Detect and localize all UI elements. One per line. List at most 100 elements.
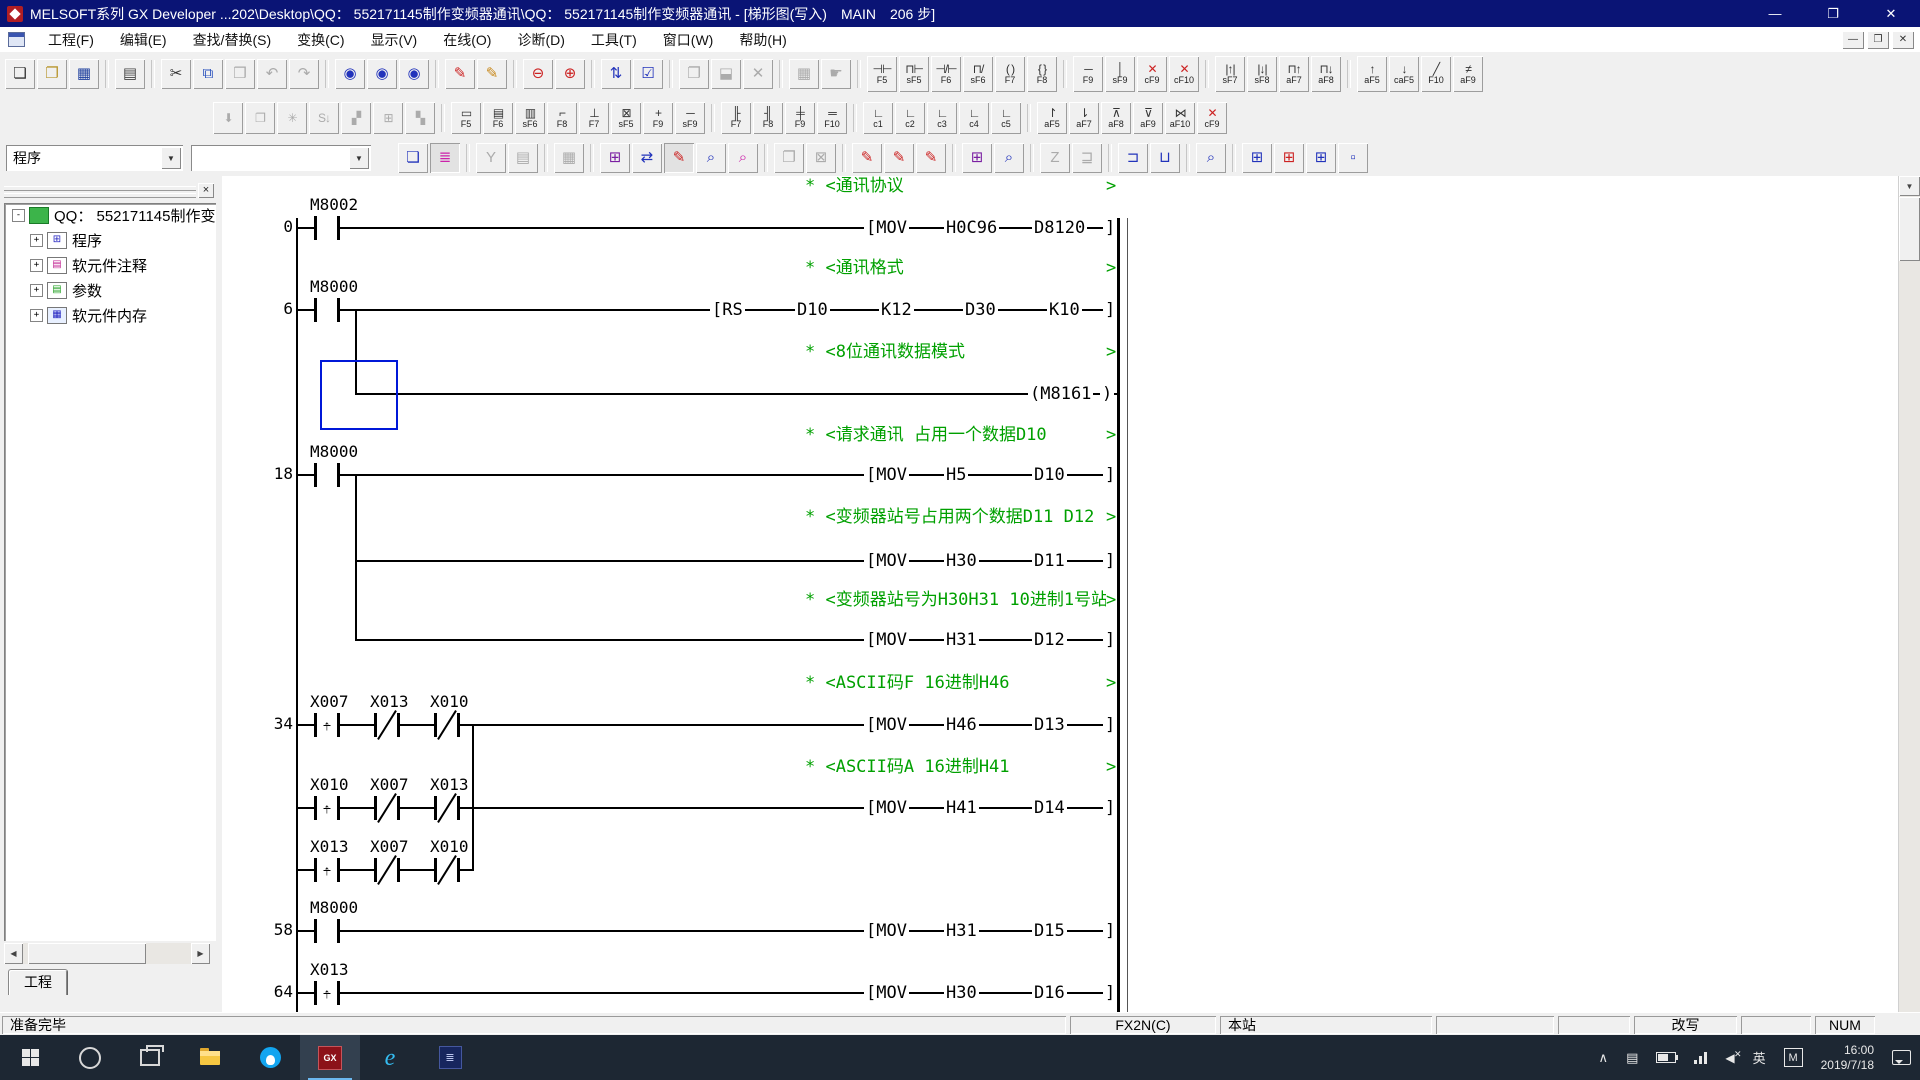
rung-comment[interactable]: * <ASCII码A 16进制H41 — [805, 756, 1010, 778]
instruction[interactable]: [MOV — [864, 982, 909, 1004]
delete-vertical-line-button[interactable]: ✕cF10 — [1169, 56, 1199, 92]
monitor-write-button[interactable]: ✎ — [477, 59, 507, 89]
write-mode-ladder-button[interactable]: ✎ — [664, 143, 694, 173]
parallel-rising-pulse-button[interactable]: ⊓↑aF7 — [1279, 56, 1309, 92]
instruction[interactable]: [RS — [710, 299, 745, 321]
scrollbar-thumb[interactable] — [1899, 197, 1920, 261]
contact-open[interactable] — [314, 463, 340, 487]
branch-button[interactable]: ╟F7 — [721, 102, 751, 134]
menu-edit[interactable]: 编辑(E) — [107, 28, 180, 52]
write-mode-button[interactable]: ✎ — [445, 59, 475, 89]
tree-expander-icon[interactable]: + — [30, 309, 43, 322]
rung-comment[interactable]: * <ASCII码F 16进制H46 — [805, 672, 1010, 694]
coil-button[interactable]: ( )F7 — [995, 56, 1025, 92]
menu-diagnostics[interactable]: 诊断(D) — [504, 28, 577, 52]
taskbar-clock[interactable]: 16:00 2019/7/18 — [1821, 1043, 1874, 1073]
operand[interactable]: H0C96 — [944, 217, 999, 239]
qq-button[interactable] — [240, 1035, 300, 1080]
contact-open[interactable] — [314, 298, 340, 322]
sfc-symbol-button[interactable]: +F9 — [643, 102, 673, 134]
op-result-rising-button[interactable]: ↑aF5 — [1357, 56, 1387, 92]
connect-line-button[interactable]: ∟c3 — [927, 102, 957, 134]
sfc-symbol-button[interactable]: ▤F6 — [483, 102, 513, 134]
scroll-down-icon[interactable]: ▼ — [1899, 176, 1920, 196]
zoom-in-button[interactable]: ⊕ — [555, 59, 585, 89]
op-result-falling-button[interactable]: ↓caF5 — [1389, 56, 1419, 92]
instruction[interactable]: [MOV — [864, 797, 909, 819]
find-button[interactable]: ◉ — [335, 59, 365, 89]
device-label-button[interactable]: Y — [476, 143, 506, 173]
contact-rising-pulse[interactable]: ↑ — [314, 858, 340, 882]
contact-closed[interactable] — [374, 858, 400, 882]
mdi-minimize-button[interactable]: — — [1842, 31, 1864, 49]
tree-expander-icon[interactable]: + — [30, 234, 43, 247]
instruction[interactable]: [MOV — [864, 920, 909, 942]
operand[interactable]: D12 — [1032, 629, 1067, 651]
close-all-button[interactable]: ✕ — [743, 59, 773, 89]
comment-display-button[interactable]: ▤ — [508, 143, 538, 173]
note-edit-button[interactable]: ✎ — [916, 143, 946, 173]
menu-online[interactable]: 在线(O) — [430, 28, 504, 52]
op-result-invert-button[interactable]: ≠aF9 — [1453, 56, 1483, 92]
open-contact-button[interactable]: ⊣⊢F5 — [867, 56, 897, 92]
save-button[interactable]: ▦ — [69, 59, 99, 89]
ladder-vertical-scrollbar[interactable]: ▲ ▼ — [1898, 176, 1920, 1012]
maximize-button[interactable]: ❐ — [1804, 0, 1862, 27]
project-horizontal-scrollbar[interactable]: ◀ ▶ — [4, 943, 210, 964]
contact-rising-pulse[interactable]: ↑ — [314, 796, 340, 820]
signal-icon[interactable] — [1694, 1052, 1707, 1064]
instruction[interactable]: [MOV — [864, 550, 909, 572]
pan-button[interactable]: ☛ — [821, 59, 851, 89]
delete-row-button[interactable]: ⊞ — [1274, 143, 1304, 173]
contact-closed[interactable] — [374, 796, 400, 820]
menu-help[interactable]: 帮助(H) — [726, 28, 799, 52]
operand[interactable]: D8120 — [1032, 217, 1087, 239]
panel-close-icon[interactable]: × — [198, 183, 214, 198]
program-check-button[interactable]: ⌕ — [1196, 143, 1226, 173]
menu-project[interactable]: 工程(F) — [35, 28, 107, 52]
contact-open[interactable] — [314, 216, 340, 240]
sfc-symbol-button[interactable]: ⊠sF5 — [611, 102, 641, 134]
rung-comment[interactable]: * <通讯格式 — [805, 257, 904, 279]
find-replace-button[interactable]: ◉ — [367, 59, 397, 89]
find-device-button[interactable]: ◉ — [399, 59, 429, 89]
operand[interactable]: H30 — [944, 550, 979, 572]
sfc-block-button[interactable]: ❐ — [245, 102, 275, 134]
tree-expander-icon[interactable]: + — [30, 284, 43, 297]
sfc-split-button[interactable]: ▞ — [341, 102, 371, 134]
battery-icon[interactable] — [1656, 1052, 1676, 1063]
scroll-left-icon[interactable]: ◀ — [4, 943, 23, 964]
tree-expander-icon[interactable]: - — [12, 209, 25, 222]
rule-button[interactable]: ⇂aF7 — [1069, 102, 1099, 134]
mdi-document-icon[interactable] — [8, 32, 25, 47]
delete-horizontal-line-button[interactable]: ✕cF9 — [1137, 56, 1167, 92]
operand[interactable]: H41 — [944, 797, 979, 819]
rule-button[interactable]: ⊽aF9 — [1133, 102, 1163, 134]
cascade-windows-button[interactable]: ❐ — [679, 59, 709, 89]
zoom-out-button[interactable]: ⊖ — [523, 59, 553, 89]
rule-delete-button[interactable]: ✕cF9 — [1197, 102, 1227, 134]
closed-contact-button[interactable]: ⊣/⊢F6 — [931, 56, 961, 92]
branch-button[interactable]: ═F10 — [817, 102, 847, 134]
sfc-symbol-button[interactable]: ▭F5 — [451, 102, 481, 134]
volume-muted-icon[interactable]: ◀✕ — [1725, 1051, 1734, 1065]
screen-split-button[interactable]: ▫ — [1338, 143, 1368, 173]
language-indicator[interactable]: 英 — [1753, 1048, 1766, 1067]
contact-closed[interactable] — [434, 796, 460, 820]
operand[interactable]: H5 — [944, 464, 968, 486]
step-run-button[interactable]: ⊒ — [1072, 143, 1102, 173]
branch-button[interactable]: ╢F8 — [753, 102, 783, 134]
chevron-down-icon[interactable]: ▼ — [349, 147, 369, 169]
tree-item[interactable]: + ▦ 软元件内存 — [4, 303, 216, 328]
contact-open[interactable] — [314, 919, 340, 943]
instruction[interactable]: [MOV — [864, 629, 909, 651]
operand[interactable]: D30 — [963, 299, 998, 321]
print-button[interactable]: ▤ — [115, 59, 145, 89]
connect-line-button[interactable]: ∟c5 — [991, 102, 1021, 134]
menu-window[interactable]: 窗口(W) — [650, 28, 727, 52]
contact-coil-list-button[interactable]: ▦ — [554, 143, 584, 173]
operand[interactable]: D10 — [795, 299, 830, 321]
vertical-line-button[interactable]: │sF9 — [1105, 56, 1135, 92]
sfc-sort-button[interactable]: ▚ — [405, 102, 435, 134]
monitor-mode-button[interactable]: ⌕ — [696, 143, 726, 173]
